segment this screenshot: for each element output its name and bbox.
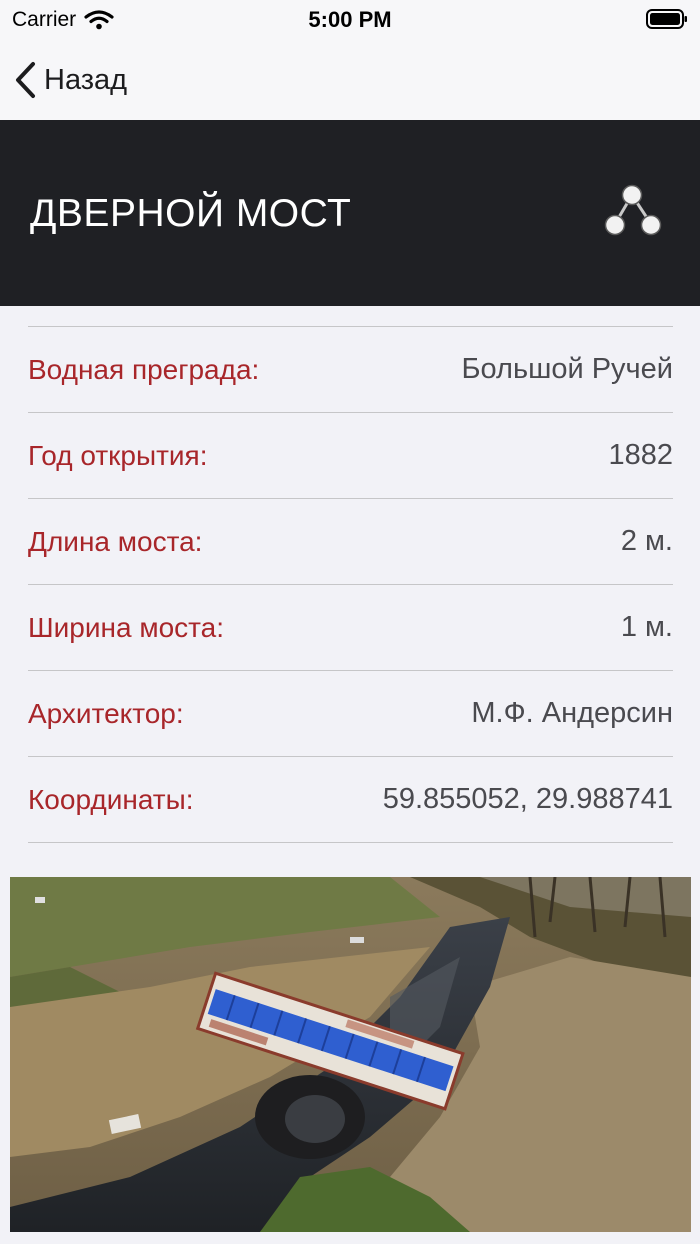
- back-button[interactable]: Назад: [14, 58, 127, 102]
- navigation-bar: Назад: [0, 40, 700, 120]
- status-bar: Carrier 5:00 PM: [0, 0, 700, 40]
- detail-row-architect: Архитектор: М.Ф. Андерсин: [28, 671, 673, 757]
- detail-value: 1 м.: [620, 611, 673, 643]
- detail-value: Большой Ручей: [461, 353, 673, 385]
- detail-row-water-obstacle: Водная преграда: Большой Ручей: [28, 327, 673, 413]
- back-chevron-icon: [16, 62, 35, 98]
- detail-label: Длина моста:: [28, 525, 203, 557]
- detail-row-bridge-width: Ширина моста: 1 м.: [28, 585, 673, 671]
- bridge-photo: [10, 877, 691, 1232]
- detail-value: 59.855052, 29.988741: [382, 783, 673, 815]
- detail-label: Архитектор:: [28, 697, 184, 729]
- detail-label: Координаты:: [28, 783, 194, 815]
- detail-label: Водная преграда:: [28, 353, 260, 385]
- detail-row-opening-year: Год открытия: 1882: [28, 413, 673, 499]
- detail-value: М.Ф. Андерсин: [471, 697, 673, 729]
- detail-row-coordinates: Координаты: 59.855052, 29.988741: [28, 757, 673, 843]
- battery-icon: [646, 9, 687, 29]
- detail-label: Год открытия:: [28, 439, 208, 471]
- title-header: ДВЕРНОЙ МОСТ: [0, 120, 700, 306]
- detail-label: Ширина моста:: [28, 611, 225, 643]
- share-icon[interactable]: [600, 182, 664, 238]
- page-title: ДВЕРНОЙ МОСТ: [30, 192, 352, 235]
- detail-row-bridge-length: Длина моста: 2 м.: [28, 499, 673, 585]
- back-button-label: Назад: [44, 63, 128, 96]
- detail-value: 1882: [608, 439, 673, 471]
- details-list: Водная преграда: Большой Ручей Год откры…: [28, 326, 673, 843]
- detail-value: 2 м.: [620, 525, 673, 557]
- status-time: 5:00 PM: [308, 7, 392, 32]
